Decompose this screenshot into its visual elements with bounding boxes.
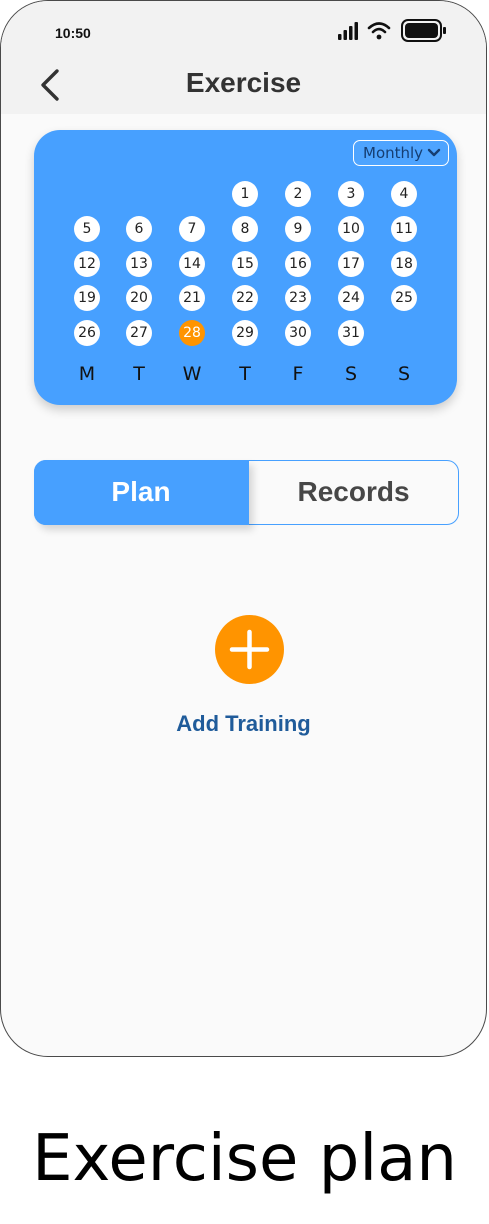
wifi-icon <box>367 22 391 40</box>
add-training-button[interactable] <box>215 615 284 684</box>
calendar-day[interactable]: 18 <box>391 251 417 277</box>
calendar-day[interactable]: 13 <box>126 251 152 277</box>
weekday-label: T <box>133 363 145 385</box>
calendar-day[interactable]: 8 <box>232 216 258 242</box>
calendar-day[interactable]: 14 <box>179 251 205 277</box>
calendar-day[interactable]: 10 <box>338 216 364 242</box>
tab-plan[interactable]: Plan <box>33 459 249 525</box>
weekday-label: T <box>239 363 251 385</box>
tab-records[interactable]: Records <box>249 461 458 523</box>
calendar-day[interactable]: 9 <box>285 216 311 242</box>
plus-icon <box>229 629 270 670</box>
calendar-day[interactable]: 30 <box>285 320 311 346</box>
chevron-down-icon <box>427 148 441 157</box>
calendar-day-today[interactable]: 28 <box>179 320 205 346</box>
calendar-day[interactable]: 22 <box>232 285 258 311</box>
calendar-day[interactable]: 17 <box>338 251 364 277</box>
calendar-day[interactable]: 3 <box>338 181 364 207</box>
weekday-label: F <box>292 363 304 385</box>
calendar-day[interactable]: 1 <box>232 181 258 207</box>
calendar-day[interactable]: 23 <box>285 285 311 311</box>
calendar-day[interactable]: 15 <box>232 251 258 277</box>
calendar-day[interactable]: 5 <box>74 216 100 242</box>
top-bar: 10:50 Exercise <box>1 1 486 114</box>
add-training-label[interactable]: Add Training <box>1 711 486 737</box>
calendar-day[interactable]: 24 <box>338 285 364 311</box>
calendar-day[interactable]: 6 <box>126 216 152 242</box>
plan-records-toggle: Plan Records <box>33 459 459 525</box>
calendar-day[interactable]: 21 <box>179 285 205 311</box>
calendar-day[interactable]: 16 <box>285 251 311 277</box>
view-selector-dropdown[interactable]: Monthly <box>353 140 449 166</box>
calendar-day[interactable]: 25 <box>391 285 417 311</box>
calendar-day[interactable]: 29 <box>232 320 258 346</box>
calendar-card: Monthly 1 2 3 4 5 6 7 8 9 10 11 12 13 14 15 16 17 18 19 20 2… <box>34 130 457 405</box>
status-time: 10:50 <box>55 25 91 41</box>
phone-frame: 10:50 Exercise Monthly 1 2 3 4 5 6 7 8 9… <box>0 0 487 1057</box>
calendar-day[interactable]: 12 <box>74 251 100 277</box>
page-title: Exercise <box>185 67 302 98</box>
calendar-day[interactable]: 11 <box>391 216 417 242</box>
calendar-day[interactable]: 27 <box>126 320 152 346</box>
calendar-day[interactable]: 7 <box>179 216 205 242</box>
weekday-label: W <box>182 363 202 385</box>
battery-icon <box>401 19 446 42</box>
calendar-day[interactable]: 19 <box>74 285 100 311</box>
calendar-day[interactable]: 31 <box>338 320 364 346</box>
weekday-label: M <box>78 363 96 385</box>
calendar-day[interactable]: 2 <box>285 181 311 207</box>
screen-caption: Exercise plan <box>32 1122 457 1196</box>
calendar-day[interactable]: 20 <box>126 285 152 311</box>
view-selector-label: Monthly <box>363 144 424 162</box>
weekday-label: S <box>397 363 411 385</box>
signal-icon <box>338 22 358 40</box>
calendar-day[interactable]: 4 <box>391 181 417 207</box>
calendar-day[interactable]: 26 <box>74 320 100 346</box>
weekday-label: S <box>344 363 358 385</box>
